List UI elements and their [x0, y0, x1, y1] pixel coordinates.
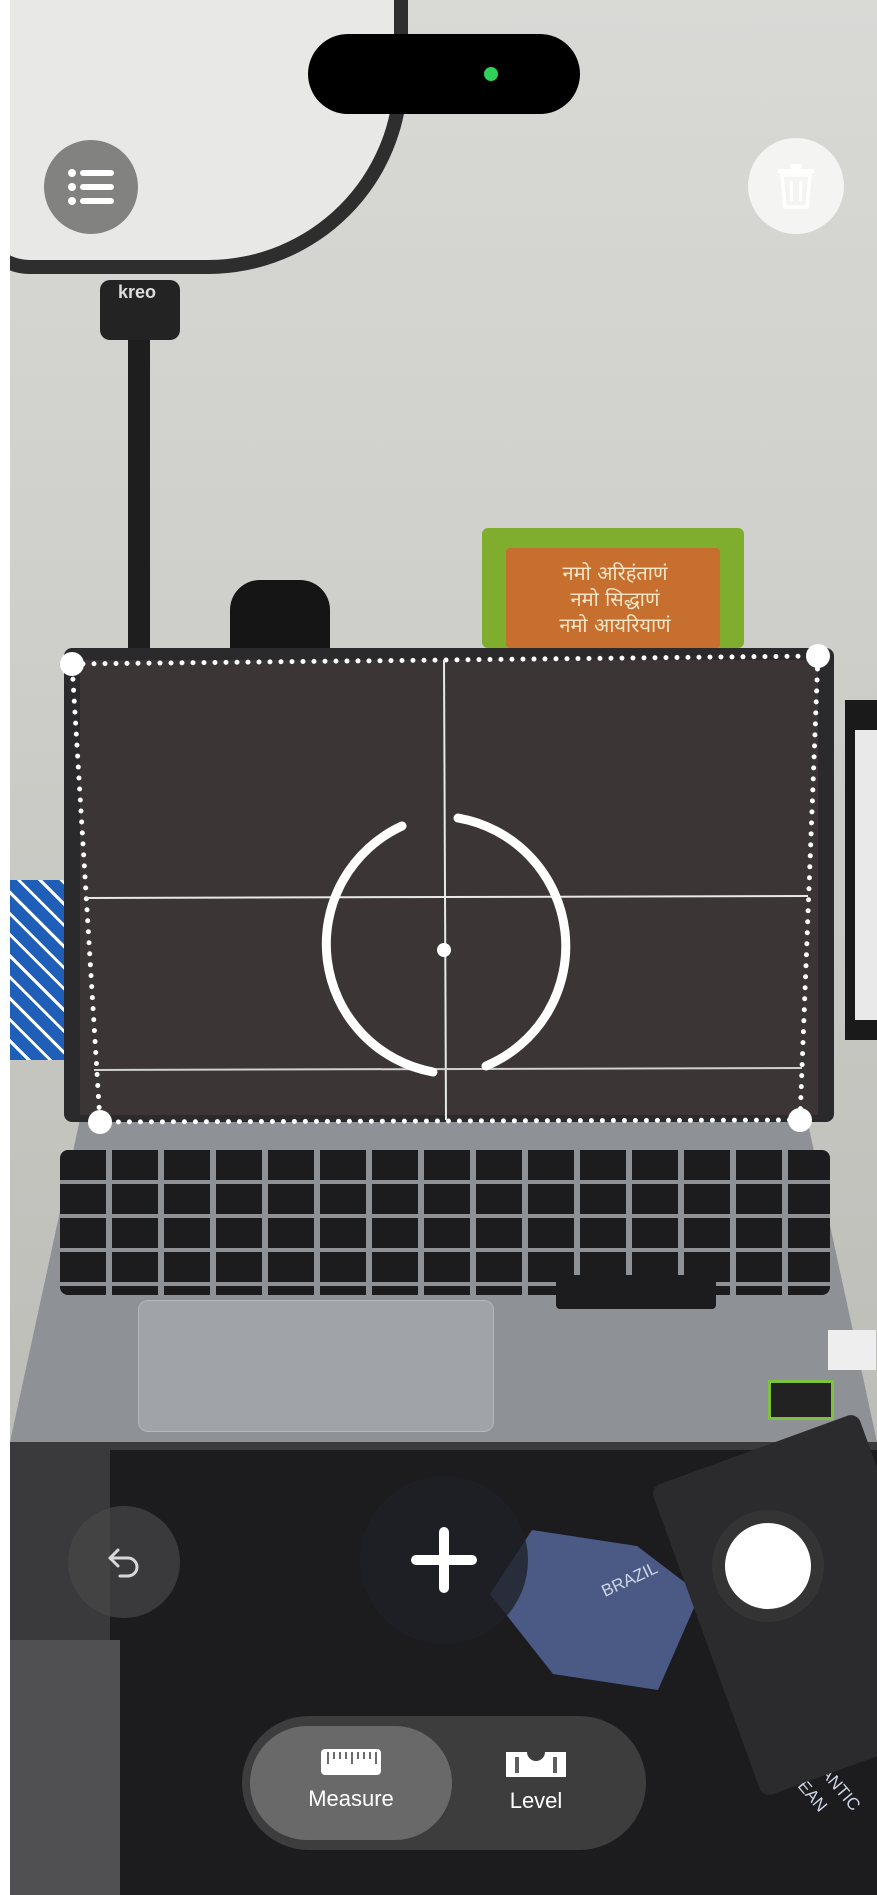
shutter-icon [725, 1523, 811, 1609]
corner-point[interactable] [788, 1108, 812, 1132]
corner-point[interactable] [806, 644, 830, 668]
undo-button[interactable] [68, 1506, 180, 1618]
capture-button[interactable] [712, 1510, 824, 1622]
corner-point[interactable] [88, 1110, 112, 1134]
measure-rectangle[interactable] [60, 644, 830, 1134]
mode-level-label: Level [509, 1788, 563, 1813]
undo-icon [108, 1548, 139, 1578]
mode-level[interactable]: Level [456, 1748, 616, 1814]
delete-button[interactable] [748, 138, 844, 234]
mode-measure-label: Measure [308, 1786, 394, 1811]
mode-measure[interactable]: Measure [271, 1748, 431, 1812]
trash-icon [778, 164, 814, 209]
level-icon [506, 1752, 566, 1777]
list-icon [68, 169, 114, 205]
measurements-list-button[interactable] [44, 140, 138, 234]
screen-edge-guide [93, 1067, 803, 1071]
dynamic-island [308, 34, 580, 114]
reticle-arc-left [321, 821, 438, 1077]
camera-in-use-indicator [484, 67, 498, 81]
center-horizontal-guide [85, 895, 809, 899]
reticle-arc-right [453, 813, 571, 1071]
reticle-center-dot [437, 943, 451, 957]
plus-icon [411, 1527, 477, 1593]
ruler-icon [321, 1749, 381, 1775]
center-vertical-guide [443, 659, 447, 1121]
add-point-button[interactable] [360, 1476, 528, 1644]
corner-point[interactable] [60, 652, 84, 676]
